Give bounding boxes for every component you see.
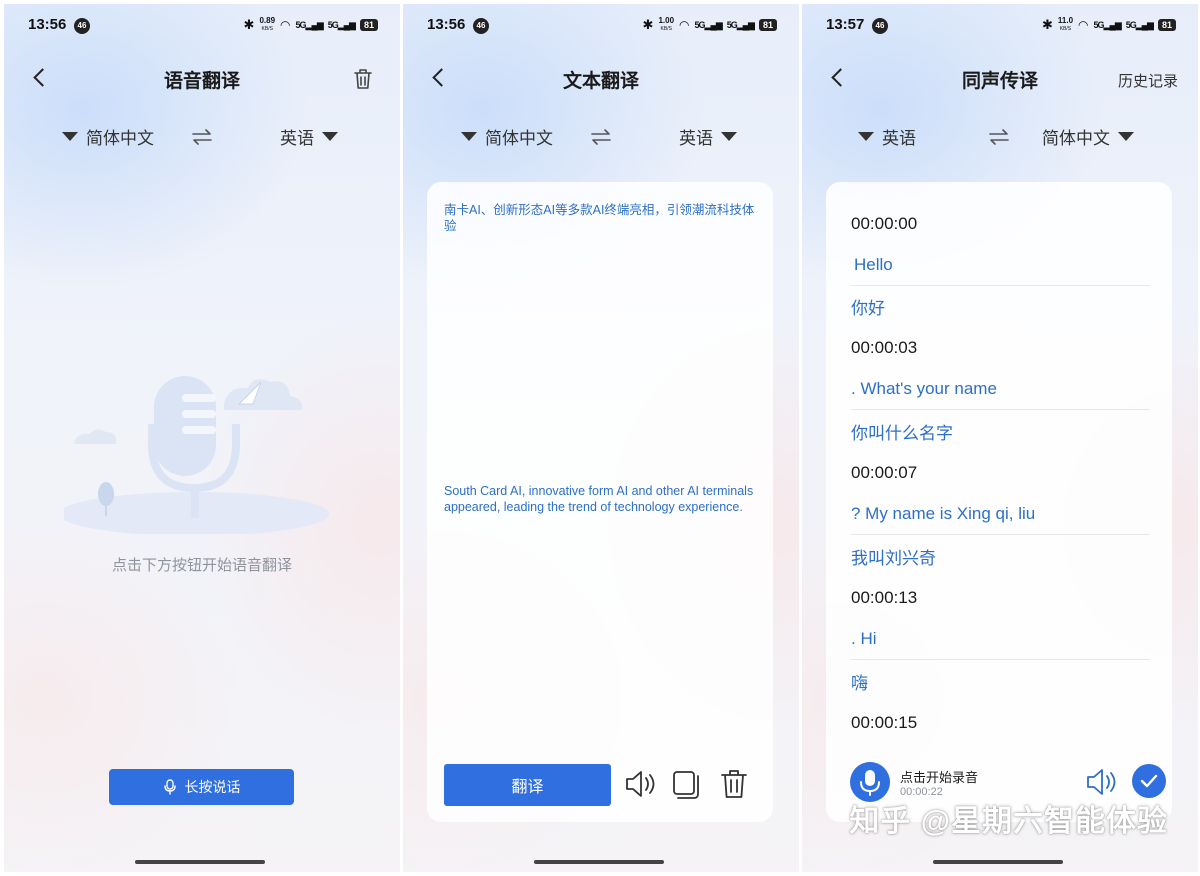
battery-indicator: 81 xyxy=(758,19,777,31)
network-speed: 0.89 KB/S xyxy=(259,16,276,33)
transcript-translation-line: 你好 xyxy=(851,299,885,319)
status-bar: 13:56 46 ✱ 1.00 KB/S ◠ 5G▂▄▆ 5G▂▄▆ 81 xyxy=(403,16,799,36)
bluetooth-icon: ✱ xyxy=(243,17,255,32)
translated-text-output: South Card AI, innovative form AI and ot… xyxy=(444,484,754,514)
swap-languages-icon[interactable] xyxy=(189,124,215,150)
signal-icon: 5G▂▄▆ xyxy=(1093,19,1122,30)
home-indicator[interactable] xyxy=(135,860,265,864)
transcript-timestamp: 00:00:13 xyxy=(851,587,918,607)
target-language-label: 英语 xyxy=(679,129,713,148)
signal-icon: 5G▂▄▆ xyxy=(694,19,723,30)
dropdown-icon xyxy=(62,132,78,141)
instruction-text: 点击下方按钮开始语音翻译 xyxy=(111,557,292,574)
source-language-select[interactable]: 简体中文 xyxy=(62,124,154,149)
history-link[interactable]: 历史记录 xyxy=(1118,70,1178,91)
transcript-source-line: ? My name is Xing qi, liu xyxy=(851,494,1150,536)
target-language-select[interactable]: 英语 xyxy=(679,124,737,149)
swap-languages-icon[interactable] xyxy=(986,124,1012,150)
home-indicator[interactable] xyxy=(933,860,1063,864)
transcript-translation-line: 你叫什么名字 xyxy=(851,424,953,443)
transcript-translation-line: 嗨 xyxy=(851,673,868,693)
status-time: 13:56 xyxy=(427,16,466,33)
source-language-select[interactable]: 简体中文 xyxy=(461,124,553,149)
transcript-source-line: . Hi xyxy=(851,619,1150,660)
microphone-icon xyxy=(163,779,176,795)
confirm-check-icon[interactable] xyxy=(1132,764,1166,798)
battery-indicator: 81 xyxy=(1157,19,1176,31)
text-translate-screen: 13:56 46 ✱ 1.00 KB/S ◠ 5G▂▄▆ 5G▂▄▆ 81 文本翻… xyxy=(403,4,799,872)
transcript-card: 00:00:00 Hello 你好 00:00:03 . What's your nam… xyxy=(826,182,1172,822)
copy-icon[interactable] xyxy=(669,766,703,802)
target-language-select[interactable]: 英语 xyxy=(280,124,338,149)
network-speed: 1.00 KB/S xyxy=(658,16,675,33)
language-selector: 简体中文 英语 xyxy=(403,122,799,152)
source-text-input[interactable]: 南卡AI、创新形态AI等多款AI终端亮相，引领潮流科技体验 xyxy=(444,202,756,234)
translate-button[interactable]: 翻译 xyxy=(444,764,611,806)
transcript-source-line: Hello xyxy=(851,245,1150,286)
status-bar: 13:57 46 ✱ 11.0 KB/S ◠ 5G▂▄▆ 5G▂▄▆ 81 xyxy=(802,16,1198,36)
bluetooth-icon: ✱ xyxy=(1041,17,1053,32)
bluetooth-icon: ✱ xyxy=(642,17,654,32)
source-language-label: 简体中文 xyxy=(86,129,154,148)
delete-icon[interactable] xyxy=(350,66,376,92)
speaker-icon[interactable] xyxy=(623,766,657,802)
signal-icon-2: 5G▂▄▆ xyxy=(327,19,356,30)
dropdown-icon xyxy=(322,132,338,141)
page-title: 语音翻译 xyxy=(163,71,240,92)
record-label: 点击开始录音 xyxy=(900,770,979,785)
voice-translate-screen: 13:56 46 ✱ 0.89 KB/S ◠ 5G▂▄▆ 5G▂▄▆ 81 语音翻… xyxy=(4,4,400,872)
dropdown-icon xyxy=(858,132,874,141)
wifi-icon: ◠ xyxy=(679,18,690,32)
target-language-label: 简体中文 xyxy=(1042,129,1110,148)
page-title: 文本翻译 xyxy=(562,71,639,92)
wifi-icon: ◠ xyxy=(1078,18,1089,32)
translation-card: 南卡AI、创新形态AI等多款AI终端亮相，引领潮流科技体验 South Card… xyxy=(427,182,773,822)
transcript-source-line: . What's your name xyxy=(851,369,1150,411)
status-time: 13:56 xyxy=(28,16,67,33)
target-language-label: 英语 xyxy=(280,129,314,148)
network-badge: 46 xyxy=(473,18,489,34)
watermark: 知乎 @星期六智能体验 xyxy=(849,805,1168,838)
signal-icon: 5G▂▄▆ xyxy=(295,19,324,30)
dropdown-icon xyxy=(721,132,737,141)
dropdown-icon xyxy=(461,132,477,141)
hold-to-talk-label: 长按说话 xyxy=(184,779,241,795)
signal-icon-2: 5G▂▄▆ xyxy=(1125,19,1154,30)
microphone-illustration xyxy=(59,364,344,536)
language-selector: 简体中文 英语 xyxy=(4,122,400,152)
transcript-timestamp: 00:00:15 xyxy=(851,712,918,732)
header: 同声传译 历史记录 xyxy=(802,62,1198,98)
source-language-select[interactable]: 英语 xyxy=(858,124,916,149)
status-time: 13:57 xyxy=(826,16,865,33)
target-language-select[interactable]: 简体中文 xyxy=(1042,124,1134,149)
swap-languages-icon[interactable] xyxy=(588,124,614,150)
header: 文本翻译 xyxy=(403,62,799,98)
network-speed: 11.0 KB/S xyxy=(1057,16,1074,33)
source-language-label: 简体中文 xyxy=(485,129,553,148)
network-badge: 46 xyxy=(872,18,888,34)
transcript-timestamp: 00:00:00 xyxy=(851,213,918,233)
simultaneous-translate-screen: 13:57 46 ✱ 11.0 KB/S ◠ 5G▂▄▆ 5G▂▄▆ 81 同声传… xyxy=(802,4,1198,872)
signal-icon-2: 5G▂▄▆ xyxy=(726,19,755,30)
speaker-icon[interactable] xyxy=(1084,764,1118,800)
language-selector: 英语 简体中文 xyxy=(802,122,1198,152)
network-badge: 46 xyxy=(74,18,90,34)
transcript-timestamp: 00:00:07 xyxy=(851,463,918,483)
status-bar: 13:56 46 ✱ 0.89 KB/S ◠ 5G▂▄▆ 5G▂▄▆ 81 xyxy=(4,16,400,36)
header: 语音翻译 xyxy=(4,62,400,98)
battery-indicator: 81 xyxy=(359,19,378,31)
delete-icon[interactable] xyxy=(717,766,751,802)
home-indicator[interactable] xyxy=(534,860,664,864)
transcript-timestamp: 00:00:03 xyxy=(851,338,918,358)
hold-to-talk-button[interactable]: 长按说话 xyxy=(109,769,294,805)
wifi-icon: ◠ xyxy=(280,18,291,32)
source-language-label: 英语 xyxy=(882,129,916,148)
transcript-translation-line: 我叫刘兴奇 xyxy=(851,548,936,568)
dropdown-icon xyxy=(1118,132,1134,141)
